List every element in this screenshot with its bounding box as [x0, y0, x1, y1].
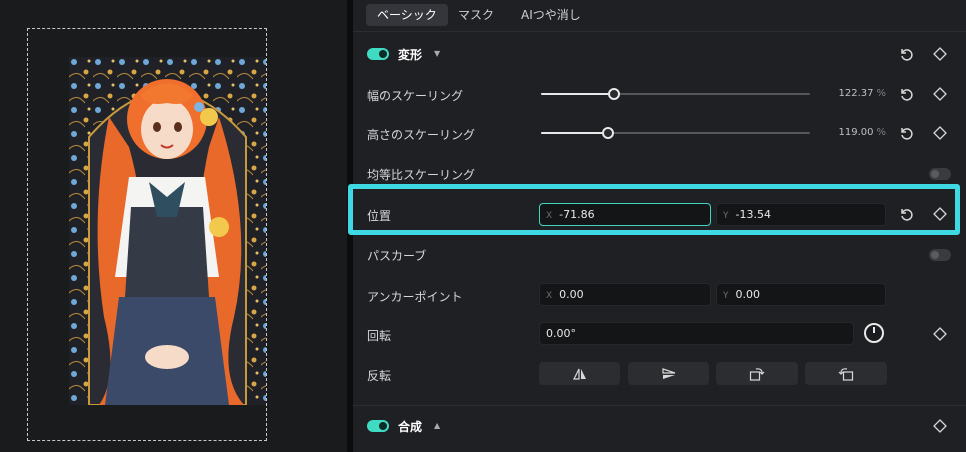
composite-header[interactable]: 合成 ▲ — [353, 406, 966, 446]
rotate-left-icon — [838, 367, 854, 381]
reset-icon[interactable] — [898, 46, 914, 62]
keyframe-diamond-icon[interactable] — [932, 86, 948, 102]
flip-label: 反転 — [367, 369, 392, 383]
flip-horizontal-button[interactable] — [539, 362, 620, 385]
rotation-dial[interactable] — [864, 323, 884, 343]
path-curve-toggle[interactable] — [929, 249, 951, 261]
height-scale-value[interactable]: 119.00% — [826, 127, 886, 138]
anchor-y-input[interactable]: Y 0.00 — [716, 283, 886, 306]
tab-mask[interactable]: マスク — [447, 4, 505, 26]
width-scale-slider[interactable] — [541, 88, 810, 100]
width-scale-fill — [541, 93, 614, 95]
rotate-left-button[interactable] — [805, 362, 887, 385]
rotation-label: 回転 — [367, 329, 392, 343]
rotate-right-button[interactable] — [716, 362, 798, 385]
transform-header[interactable]: 変形 ▼ — [353, 34, 966, 74]
composite-toggle[interactable] — [367, 420, 389, 432]
caret-up-icon[interactable]: ▲ — [434, 421, 440, 430]
height-scale-label: 高さのスケーリング — [367, 128, 476, 142]
width-scale-knob[interactable] — [607, 88, 620, 100]
keyframe-diamond-icon[interactable] — [932, 418, 948, 434]
anchor-x-input[interactable]: X 0.00 — [539, 283, 711, 306]
position-highlight-frame — [348, 184, 960, 235]
height-scale-fill — [541, 132, 609, 134]
composite-title: 合成 — [398, 420, 423, 434]
rotation-input[interactable]: 0.00° — [539, 322, 854, 345]
preview-image[interactable] — [69, 57, 266, 405]
anchor-label: アンカーポイント — [367, 290, 463, 304]
path-curve-label: パスカーブ — [367, 249, 427, 263]
height-scale-knob[interactable] — [602, 127, 615, 139]
flip-horizontal-icon — [572, 368, 586, 380]
keyframe-diamond-icon[interactable] — [932, 326, 948, 342]
height-scale-slider[interactable] — [541, 127, 810, 139]
reset-icon[interactable] — [898, 125, 914, 141]
uniform-scale-label: 均等比スケーリング — [367, 168, 476, 182]
reset-icon[interactable] — [898, 86, 914, 102]
tab-ai-matte[interactable]: AIつや消し — [510, 4, 592, 26]
tab-basic[interactable]: ベーシック — [366, 4, 448, 26]
property-tabs: ベーシック マスク AIつや消し — [353, 0, 966, 32]
width-scale-label: 幅のスケーリング — [367, 89, 464, 103]
keyframe-diamond-icon[interactable] — [932, 125, 948, 141]
rotate-right-icon — [749, 367, 765, 381]
transform-title: 変形 — [398, 48, 423, 62]
transform-toggle[interactable] — [367, 48, 389, 60]
width-scale-value[interactable]: 122.37% — [826, 88, 886, 99]
keyframe-diamond-icon[interactable] — [932, 46, 948, 62]
flip-vertical-icon — [661, 367, 675, 379]
uniform-scale-toggle[interactable] — [929, 168, 951, 180]
preview-panel — [0, 0, 347, 452]
flip-vertical-button[interactable] — [628, 362, 709, 385]
caret-down-icon[interactable]: ▼ — [434, 49, 440, 58]
